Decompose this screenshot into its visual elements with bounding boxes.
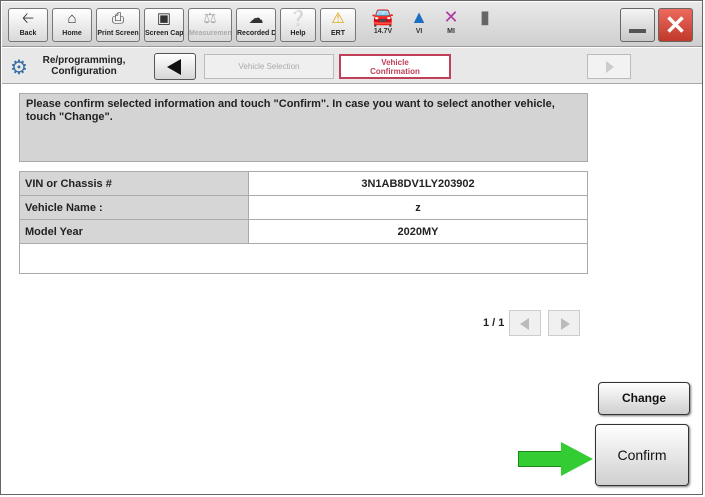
table-row: VIN or Chassis # 3N1AB8DV1LY203902 bbox=[19, 171, 588, 196]
step-vehicle-confirmation: Vehicle Confirmation bbox=[339, 54, 451, 79]
measurement-mode-button[interactable]: ⚖ Measurement of Mode bbox=[188, 8, 232, 42]
home-icon: ⌂ bbox=[67, 10, 77, 27]
model-year-value: 2020MY bbox=[248, 219, 588, 244]
step-vehicle-selection[interactable]: Vehicle Selection bbox=[204, 54, 334, 79]
signal-icon: ▲ bbox=[410, 7, 428, 27]
help-icon: ❔ bbox=[288, 10, 308, 27]
pointer-arrow-icon bbox=[518, 442, 594, 476]
model-year-label: Model Year bbox=[19, 219, 249, 244]
step-forward-button bbox=[587, 54, 631, 79]
breadcrumb: ⚙ Re/programming, Configuration Vehicle … bbox=[2, 48, 702, 84]
gear-icon: ⚙ bbox=[10, 57, 28, 79]
breadcrumb-home-label: Re/programming, bbox=[42, 55, 126, 66]
battery-icon: ▮ bbox=[480, 7, 490, 27]
screen-capture-button[interactable]: ▣ Screen Capture bbox=[144, 8, 184, 42]
toolbar: 🡠 Back ⌂ Home ⎙ Print Screen ▣ Screen Ca… bbox=[2, 2, 702, 47]
vin-value: 3N1AB8DV1LY203902 bbox=[248, 171, 588, 196]
vi-status: ▲ VI bbox=[406, 6, 432, 35]
page-indicator: 1 / 1 bbox=[483, 317, 505, 329]
back-arrow-icon: 🡠 bbox=[21, 10, 35, 27]
vehicle-name-label: Vehicle Name : bbox=[19, 195, 249, 220]
table-row-empty bbox=[19, 243, 588, 274]
back-button[interactable]: 🡠 Back bbox=[8, 8, 48, 42]
vehicle-name-value: z bbox=[248, 195, 588, 220]
vin-label: VIN or Chassis # bbox=[19, 171, 249, 196]
battery-status: ▮ bbox=[470, 6, 500, 28]
step-label: Vehicle bbox=[381, 58, 409, 67]
disconnected-icon: ✕ bbox=[443, 7, 459, 27]
ert-button[interactable]: ⚠ ERT bbox=[320, 8, 356, 42]
breadcrumb-home-sublabel: Configuration bbox=[51, 66, 117, 77]
instruction-text: Please confirm selected information and … bbox=[19, 93, 588, 162]
change-button[interactable]: Change bbox=[598, 382, 690, 415]
close-button[interactable]: ✕ bbox=[658, 8, 693, 42]
help-button[interactable]: ❔ Help bbox=[280, 8, 316, 42]
page-next-button bbox=[548, 310, 580, 336]
page-prev-button bbox=[509, 310, 541, 336]
home-button[interactable]: ⌂ Home bbox=[52, 8, 92, 42]
battery-voltage-status: 🚘 14.7V bbox=[364, 6, 402, 35]
camera-icon: ▣ bbox=[156, 10, 172, 27]
close-icon: ✕ bbox=[664, 10, 687, 40]
car-icon: 🚘 bbox=[371, 7, 395, 27]
printer-icon: ⎙ bbox=[111, 10, 124, 27]
mi-status: ✕ MI bbox=[438, 6, 464, 35]
breadcrumb-reprogramming[interactable]: ⚙ Re/programming, Configuration bbox=[8, 52, 148, 80]
confirm-button[interactable]: Confirm bbox=[595, 424, 689, 486]
app-window: 🡠 Back ⌂ Home ⎙ Print Screen ▣ Screen Ca… bbox=[0, 0, 703, 495]
print-screen-button[interactable]: ⎙ Print Screen bbox=[96, 8, 140, 42]
recorded-data-icon: ☁ bbox=[248, 10, 264, 27]
table-row: Vehicle Name : z bbox=[19, 195, 588, 220]
table-row: Model Year 2020MY bbox=[19, 219, 588, 244]
vehicle-info-table: VIN or Chassis # 3N1AB8DV1LY203902 Vehic… bbox=[19, 171, 588, 274]
step-sublabel: Confirmation bbox=[370, 67, 420, 76]
recorded-data-button[interactable]: ☁ Recorded Data bbox=[236, 8, 276, 42]
step-back-button[interactable] bbox=[154, 53, 196, 80]
minimize-button[interactable] bbox=[620, 8, 655, 42]
warning-icon: ⚠ bbox=[331, 10, 345, 27]
meter-icon: ⚖ bbox=[203, 10, 217, 27]
